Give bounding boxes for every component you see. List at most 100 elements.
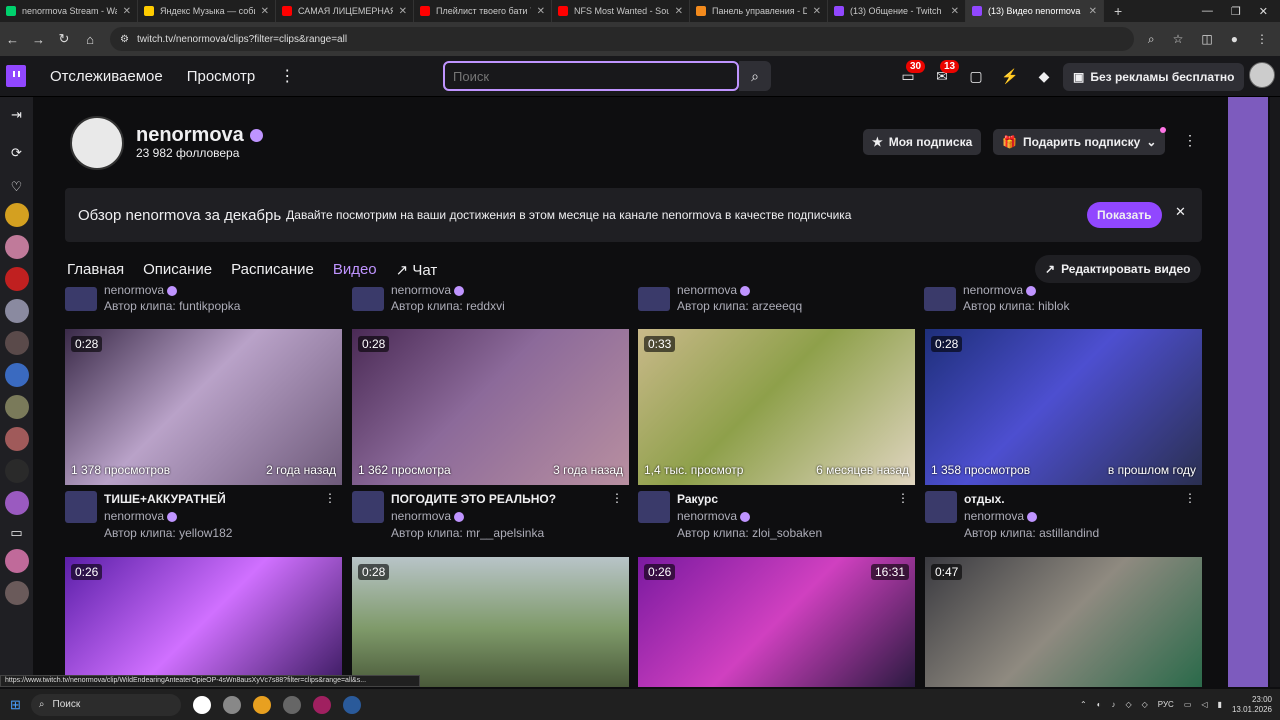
tray-chevron-icon[interactable]: ⌃ [1080, 700, 1087, 709]
user-avatar[interactable] [1249, 62, 1275, 88]
clip-thumbnail[interactable]: 0:28 [352, 557, 629, 687]
channel-name[interactable]: nenormova [136, 124, 244, 146]
clip-channel-name[interactable]: nenormova [391, 509, 451, 523]
browser-tab[interactable]: Плейлист твоего бати 7/ ✕ [414, 0, 552, 22]
tab-home[interactable]: Главная [67, 261, 124, 279]
clip-title[interactable]: Ракурс [677, 492, 718, 506]
camera-icon[interactable]: ▭ [0, 525, 33, 541]
clip-author[interactable]: Автор клипа: arzeeeqq [677, 299, 802, 313]
tab-close-icon[interactable]: ✕ [399, 6, 407, 17]
clip-card[interactable]: 0:28 1 362 просмотра 3 года назад ПОГОДИТЕ … [352, 329, 629, 540]
tab-schedule[interactable]: Расписание [231, 261, 314, 279]
clip-channel-name[interactable]: nenormova [104, 509, 164, 523]
nav-following[interactable]: Отслеживаемое [50, 68, 163, 85]
edit-videos-button[interactable]: ↗ Редактировать видео [1035, 255, 1201, 283]
tab-close-icon[interactable]: ✕ [813, 6, 821, 17]
adfree-button[interactable]: ▣ Без рекламы бесплатно [1063, 63, 1245, 91]
followed-channel-avatar[interactable] [4, 491, 29, 515]
clip-channel-avatar[interactable] [924, 287, 956, 311]
clip-card-partial[interactable]: nenormova Автор клипа: reddxvi [352, 283, 629, 315]
new-tab-button[interactable]: + [1104, 3, 1132, 19]
browser-tab[interactable]: Яндекс Музыка — собир ✕ [138, 0, 276, 22]
clip-author[interactable]: Автор клипа: funtikpopka [104, 299, 240, 313]
clip-thumbnail[interactable]: 0:28 1 362 просмотра 3 года назад [352, 329, 629, 485]
clip-card[interactable]: 0:26 [65, 557, 342, 687]
clip-thumbnail[interactable]: 0:28 1 358 просмотров в прошлом году [925, 329, 1202, 485]
clip-card-partial[interactable]: nenormova Автор клипа: funtikpopka [65, 283, 342, 315]
notifications-icon[interactable]: ▭ 30 [898, 59, 926, 87]
clip-channel-avatar[interactable] [638, 287, 670, 311]
tray-app-icon[interactable]: ◇ [1125, 700, 1131, 709]
browser-menu-icon[interactable]: ⋮ [1256, 32, 1268, 47]
browser-tab[interactable]: (13) Общение - Twitch ✕ [828, 0, 966, 22]
clip-card[interactable]: 0:28 1 378 просмотров 2 года назад ТИШЕ+АКК… [65, 329, 342, 540]
clip-thumbnail[interactable]: 0:33 1,4 тыс. просмотр 6 месяцев назад [638, 329, 915, 485]
followed-channel-avatar[interactable] [4, 331, 29, 355]
clip-channel-name[interactable]: nenormova [677, 509, 737, 523]
tab-close-icon[interactable]: ✕ [675, 6, 683, 17]
nav-more-icon[interactable]: ⋮ [279, 66, 295, 86]
clip-channel-avatar[interactable] [638, 491, 670, 523]
clip-channel-name[interactable]: nenormova [391, 283, 451, 297]
followed-channel-avatar[interactable] [4, 581, 29, 605]
my-subscription-button[interactable]: ★ Моя подписка [863, 129, 982, 155]
nav-browse[interactable]: Просмотр [187, 68, 256, 85]
bookmark-star-icon[interactable]: ☆ [1173, 32, 1184, 47]
clip-card-partial[interactable]: nenormova Автор клипа: hiblok [924, 283, 1201, 315]
clip-thumbnail[interactable]: 0:47 [925, 557, 1202, 687]
tab-close-icon[interactable]: ✕ [123, 6, 131, 17]
tab-videos[interactable]: Видео [333, 261, 377, 279]
tab-about[interactable]: Описание [143, 261, 212, 279]
close-window-icon[interactable]: ✕ [1259, 5, 1268, 18]
clip-card[interactable]: 0:47 [925, 557, 1202, 687]
maximize-icon[interactable]: ❐ [1231, 5, 1241, 18]
clip-channel-avatar[interactable] [65, 287, 97, 311]
expand-sidebar-icon[interactable]: ⇥ [0, 107, 33, 123]
clip-thumbnail[interactable]: 0:26 [65, 557, 342, 687]
network-icon[interactable]: ▭ [1184, 700, 1192, 709]
clip-card[interactable]: 0:28 1 358 просмотров в прошлом году отдых.… [925, 329, 1202, 540]
followed-channel-avatar[interactable] [4, 427, 29, 451]
followed-channel-avatar[interactable] [4, 363, 29, 387]
taskbar-search[interactable]: ⌕ Поиск [30, 693, 181, 716]
clip-channel-name[interactable]: nenormova [677, 283, 737, 297]
recap-show-button[interactable]: Показать [1087, 202, 1162, 228]
recap-close-icon[interactable]: ✕ [1175, 204, 1186, 220]
tab-close-icon[interactable]: ✕ [261, 6, 269, 17]
back-icon[interactable]: ← [6, 32, 19, 47]
chrome-icon[interactable] [252, 695, 271, 714]
clip-author[interactable]: Автор клипа: hiblok [963, 299, 1069, 313]
browser-tab[interactable]: (13) Видео nenormova - ✕ [966, 0, 1104, 22]
clip-card[interactable]: 0:33 1,4 тыс. просмотр 6 месяцев назад Раку… [638, 329, 915, 540]
profile-icon[interactable]: ● [1231, 32, 1238, 47]
clip-channel-avatar[interactable] [65, 491, 97, 523]
minimize-icon[interactable]: — [1202, 5, 1213, 18]
clip-channel-name[interactable]: nenormova [104, 283, 164, 297]
channel-avatar[interactable] [70, 116, 124, 170]
url-field[interactable]: ⚙ twitch.tv/nenormova/clips?filter=clips… [110, 27, 1134, 51]
search-input[interactable] [443, 61, 739, 91]
clip-channel-avatar[interactable] [925, 491, 957, 523]
site-info-icon[interactable]: ⚙ [120, 34, 129, 45]
tab-chat[interactable]: ↗ Чат [396, 261, 438, 279]
browser-tab[interactable]: NFS Most Wanted - Soun ✕ [552, 0, 690, 22]
tab-close-icon[interactable]: ✕ [537, 6, 545, 17]
gift-subscription-button[interactable]: 🎁 Подарить подписку ⌄ [993, 129, 1166, 155]
home-icon[interactable]: ⌂ [84, 32, 96, 47]
followed-channel-avatar[interactable] [4, 395, 29, 419]
tab-close-icon[interactable]: ✕ [1089, 6, 1097, 17]
tray-app-icon[interactable]: ◇ [1142, 700, 1148, 709]
followed-channel-avatar[interactable] [4, 299, 29, 323]
language-indicator[interactable]: РУС [1158, 700, 1174, 709]
page-scrollbar[interactable] [1270, 97, 1280, 687]
clip-card[interactable]: 0:28 [352, 557, 629, 687]
followed-channel-avatar[interactable] [4, 267, 29, 291]
reload-icon[interactable]: ↻ [58, 31, 70, 47]
clip-card-partial[interactable]: nenormova Автор клипа: arzeeeqq [638, 283, 915, 315]
app-icon[interactable] [222, 695, 241, 714]
heart-icon[interactable]: ♡ [0, 179, 33, 195]
clip-author[interactable]: Автор клипа: astillandind [964, 526, 1099, 540]
clip-channel-avatar[interactable] [352, 491, 384, 523]
followed-channel-avatar[interactable] [4, 235, 29, 259]
clip-channel-avatar[interactable] [352, 287, 384, 311]
